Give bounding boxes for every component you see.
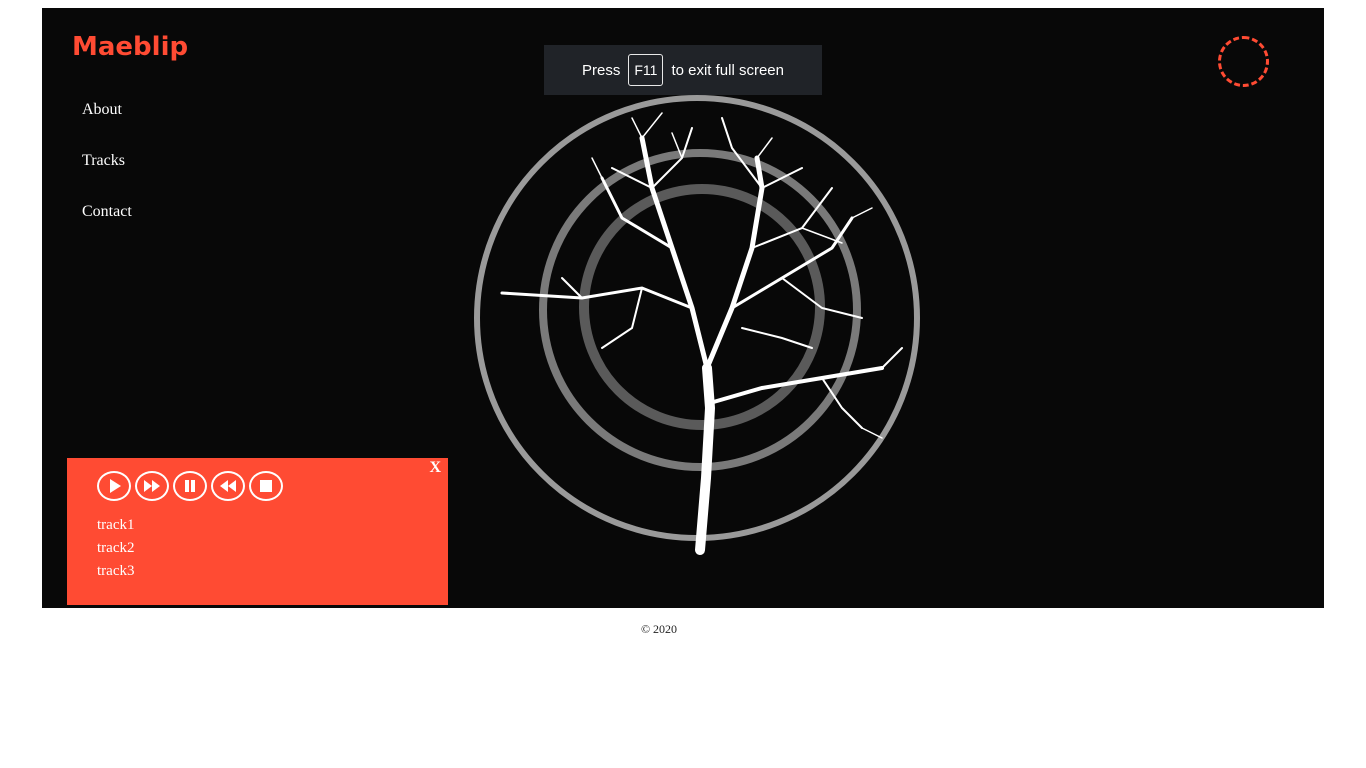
track-item-3[interactable]: track3	[97, 560, 134, 583]
player-controls	[97, 471, 283, 501]
fast-forward-button[interactable]	[135, 471, 169, 501]
rewind-button[interactable]	[211, 471, 245, 501]
music-player-panel: X track1 track2 track3	[67, 458, 448, 605]
track-item-1[interactable]: track1	[97, 514, 134, 537]
close-player-button[interactable]: X	[429, 459, 441, 477]
fast-forward-icon	[144, 480, 160, 492]
middle-ring	[539, 149, 861, 471]
rewind-icon	[220, 480, 236, 492]
play-button[interactable]	[97, 471, 131, 501]
track-list: track1 track2 track3	[97, 514, 134, 583]
stop-icon	[260, 480, 272, 492]
stage: Maeblip About Tracks Contact Press F11 t…	[42, 8, 1324, 608]
inner-ring	[579, 184, 825, 430]
footer-copyright: © 2020	[640, 622, 678, 636]
stop-button[interactable]	[249, 471, 283, 501]
track-item-2[interactable]: track2	[97, 537, 134, 560]
play-icon	[110, 479, 121, 493]
pause-button[interactable]	[173, 471, 207, 501]
pause-icon	[185, 480, 195, 492]
